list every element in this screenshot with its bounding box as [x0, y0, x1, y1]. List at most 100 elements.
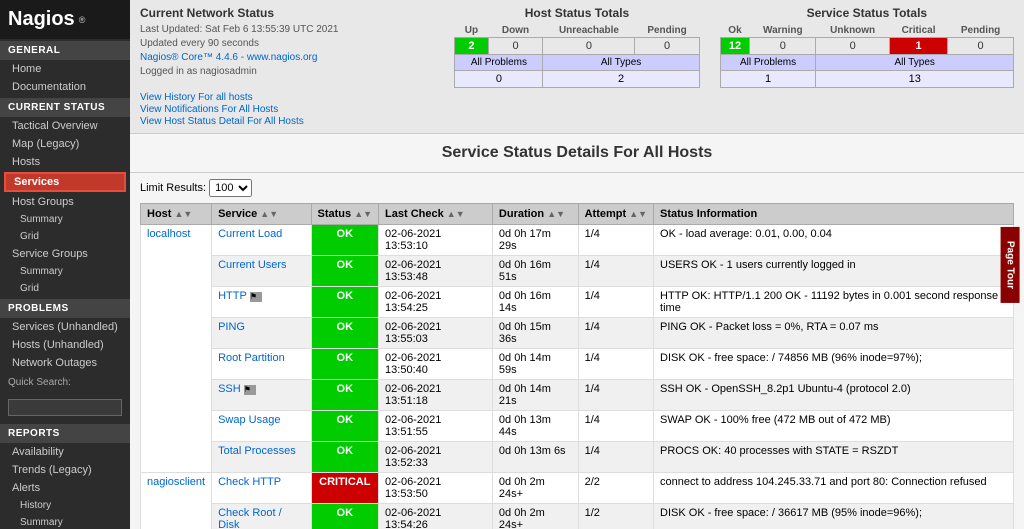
host-col-unreachable: Unreachable — [543, 24, 635, 38]
sidebar-item-alerts-summary[interactable]: Summary — [0, 514, 130, 529]
status-cell[interactable]: OK — [311, 349, 379, 380]
status-cell[interactable]: OK — [311, 256, 379, 287]
service-cell: Total Processes — [212, 442, 311, 473]
host-link[interactable]: localhost — [147, 228, 190, 240]
col-duration[interactable]: Duration ▲▼ — [492, 204, 578, 225]
host-all-types-val[interactable]: 2 — [543, 71, 699, 88]
info-cell: DISK OK - free space: / 74856 MB (96% in… — [654, 349, 1014, 380]
sidebar-item-map-legacy[interactable]: Map (Legacy) — [0, 135, 130, 153]
sidebar-item-problems-services[interactable]: Services (Unhandled) — [0, 318, 130, 336]
table-row: Swap UsageOK02-06-2021 13:51:550d 0h 13m… — [141, 411, 1014, 442]
svc-val-pending[interactable]: 0 — [948, 38, 1014, 55]
sidebar-item-service-groups-summary[interactable]: Summary — [0, 263, 130, 280]
service-link[interactable]: PING — [218, 321, 245, 333]
service-link[interactable]: SSH — [218, 383, 241, 395]
status-cell[interactable]: OK — [311, 287, 379, 318]
service-cell: Current Load — [212, 225, 311, 256]
section-reports: Reports — [0, 424, 130, 443]
col-attempt[interactable]: Attempt ▲▼ — [578, 204, 653, 225]
host-val-up[interactable]: 2 — [455, 38, 488, 55]
col-host[interactable]: Host ▲▼ — [141, 204, 212, 225]
service-cell: Root Partition — [212, 349, 311, 380]
host-all-problems-val[interactable]: 0 — [455, 71, 543, 88]
host-val-unreachable[interactable]: 0 — [543, 38, 635, 55]
host-all-problems-label[interactable]: All Problems — [455, 55, 543, 71]
search-input[interactable] — [8, 399, 122, 416]
status-cell[interactable]: OK — [311, 504, 379, 529]
sidebar-item-services[interactable]: Services — [4, 172, 126, 192]
service-cell: Check Root / Disk — [212, 504, 311, 529]
duration-cell: 0d 0h 14m 59s — [492, 349, 578, 380]
table-row: Root PartitionOK02-06-2021 13:50:400d 0h… — [141, 349, 1014, 380]
svc-all-types-label[interactable]: All Types — [816, 55, 1014, 71]
host-val-pending[interactable]: 0 — [635, 38, 699, 55]
service-cell: HTTP⚑ — [212, 287, 311, 318]
service-link[interactable]: Current Load — [218, 228, 282, 240]
service-link[interactable]: Check HTTP — [218, 476, 281, 488]
col-status[interactable]: Status ▲▼ — [311, 204, 379, 225]
sidebar-item-host-groups-summary[interactable]: Summary — [0, 211, 130, 228]
sidebar-item-home[interactable]: Home — [0, 60, 130, 78]
col-service[interactable]: Service ▲▼ — [212, 204, 311, 225]
svc-all-problems-label[interactable]: All Problems — [720, 55, 816, 71]
info-cell: OK - load average: 0.01, 0.00, 0.04 — [654, 225, 1014, 256]
nagios-link[interactable]: Nagios® Core™ 4.4.6 - www.nagios.org — [140, 52, 317, 63]
sidebar-item-trends-legacy[interactable]: Trends (Legacy) — [0, 461, 130, 479]
svc-all-types-val[interactable]: 13 — [816, 71, 1014, 88]
sidebar-item-network-outages[interactable]: Network Outages — [0, 354, 130, 372]
svc-val-critical[interactable]: 1 — [889, 38, 947, 55]
sidebar-item-host-groups-grid[interactable]: Grid — [0, 228, 130, 245]
sidebar-item-tactical-overview[interactable]: Tactical Overview — [0, 117, 130, 135]
table-row: localhostCurrent LoadOK02-06-2021 13:53:… — [141, 225, 1014, 256]
view-host-status-link[interactable]: View Host Status Detail For All Hosts — [140, 116, 304, 127]
view-history-link[interactable]: View History For all hosts — [140, 92, 253, 103]
table-row: Total ProcessesOK02-06-2021 13:52:330d 0… — [141, 442, 1014, 473]
table-row: nagiosclientCheck HTTPCRITICAL02-06-2021… — [141, 473, 1014, 504]
status-cell[interactable]: OK — [311, 411, 379, 442]
status-cell[interactable]: OK — [311, 380, 379, 411]
status-cell[interactable]: OK — [311, 318, 379, 349]
service-link[interactable]: Current Users — [218, 259, 286, 271]
sidebar-item-host-groups[interactable]: Host Groups — [0, 193, 130, 211]
page-tour-tab[interactable]: Page Tour — [1000, 226, 1019, 302]
service-link[interactable]: HTTP — [218, 290, 247, 302]
service-table: Host ▲▼ Service ▲▼ Status ▲▼ Last Check … — [140, 203, 1014, 529]
sidebar-item-alerts-history[interactable]: History — [0, 497, 130, 514]
service-link[interactable]: Swap Usage — [218, 414, 280, 426]
last-updated: Last Updated: Sat Feb 6 13:55:39 UTC 202… — [140, 23, 434, 37]
sidebar-item-service-groups[interactable]: Service Groups — [0, 245, 130, 263]
status-cell[interactable]: OK — [311, 225, 379, 256]
duration-cell: 0d 0h 15m 36s — [492, 318, 578, 349]
col-last-check[interactable]: Last Check ▲▼ — [379, 204, 493, 225]
service-link[interactable]: Check Root / Disk — [218, 507, 282, 529]
svc-val-ok[interactable]: 12 — [720, 38, 750, 55]
sidebar-item-hosts[interactable]: Hosts — [0, 153, 130, 171]
host-link[interactable]: nagiosclient — [147, 476, 205, 488]
host-val-down[interactable]: 0 — [488, 38, 543, 55]
service-link[interactable]: Root Partition — [218, 352, 285, 364]
host-all-types-label[interactable]: All Types — [543, 55, 699, 71]
sidebar-item-problems-hosts[interactable]: Hosts (Unhandled) — [0, 336, 130, 354]
duration-cell: 0d 0h 17m 29s — [492, 225, 578, 256]
update-interval: Updated every 90 seconds — [140, 37, 434, 51]
sidebar-item-documentation[interactable]: Documentation — [0, 78, 130, 96]
last-check-cell: 02-06-2021 13:55:03 — [379, 318, 493, 349]
main-content: Current Network Status Last Updated: Sat… — [130, 0, 1024, 529]
service-link[interactable]: Total Processes — [218, 445, 296, 457]
attempt-cell: 2/2 — [578, 473, 653, 504]
sidebar-item-availability[interactable]: Availability — [0, 443, 130, 461]
sort-status-icon: ▲▼ — [354, 209, 372, 219]
sidebar-item-service-groups-grid[interactable]: Grid — [0, 280, 130, 297]
status-cell[interactable]: OK — [311, 442, 379, 473]
svc-val-unknown[interactable]: 0 — [816, 38, 890, 55]
svc-all-problems-val[interactable]: 1 — [720, 71, 816, 88]
status-cell[interactable]: CRITICAL — [311, 473, 379, 504]
sidebar-item-alerts[interactable]: Alerts — [0, 479, 130, 497]
service-cell: Check HTTP — [212, 473, 311, 504]
view-notifications-link[interactable]: View Notifications For All Hosts — [140, 104, 278, 115]
svc-val-warning[interactable]: 0 — [750, 38, 816, 55]
info-cell: PROCS OK: 40 processes with STATE = RSZD… — [654, 442, 1014, 473]
limit-select[interactable]: 25 50 100 200 — [209, 179, 252, 197]
network-status-title: Current Network Status — [140, 6, 434, 20]
search-box — [0, 393, 130, 422]
